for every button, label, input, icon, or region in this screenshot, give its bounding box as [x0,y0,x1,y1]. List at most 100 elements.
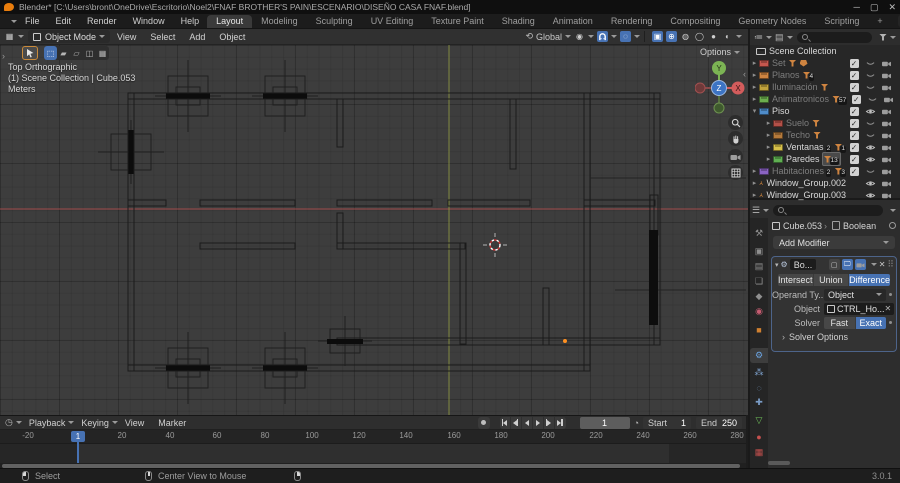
tab-layout[interactable]: Layout [207,14,253,28]
orientation-dropdown[interactable]: ⟲ Global [525,31,571,42]
tab-constraints[interactable]: ✚ [750,395,768,410]
delete-modifier-button[interactable]: ✕ [879,260,886,269]
object-picker-field[interactable]: CTRL_Ho... ✕ [824,302,895,315]
outliner-row-habitaciones[interactable]: ▸ Habitaciones 2 3 [750,165,900,177]
solver-exact-button[interactable]: Exact [855,316,886,329]
selectable-checkbox[interactable] [849,118,859,128]
render-visibility-toggle[interactable] [878,119,894,128]
add-modifier-button[interactable]: Add Modifier [773,236,895,249]
outliner-row-set[interactable]: ▸ Set [750,57,900,69]
pivot-point-icon[interactable]: ◉ [574,31,585,42]
outliner-row-scene-collection[interactable]: Scene Collection [750,45,900,57]
playhead[interactable]: 1 [71,431,85,442]
shading-material-icon[interactable]: ◐ [722,31,733,42]
render-visibility-toggle[interactable] [878,179,894,188]
selectable-checkbox[interactable] [849,70,859,80]
timeline-body[interactable]: -20 20 40 60 80 100 120 140 160 180 200 … [0,430,746,463]
selectable-checkbox[interactable] [851,94,861,104]
outliner-row-animatronicos[interactable]: ▸ Animatronicos 57 [750,93,900,105]
tab-rendering[interactable]: Rendering [602,15,662,28]
drag-handle[interactable]: ⠿ [887,259,894,270]
maximize-button[interactable]: ▢ [870,2,879,13]
render-visibility-toggle[interactable] [878,83,894,92]
operand-type-dropdown[interactable]: Object [824,288,886,301]
render-visibility-toggle[interactable] [878,71,894,80]
selectable-checkbox[interactable] [849,58,859,68]
select-box-intersect-button[interactable]: ▦ [96,46,109,60]
frame-end-field[interactable]: End 250 [696,416,742,429]
menu-render[interactable]: Render [79,16,125,26]
select-box-extend-button[interactable]: ▰ [57,46,70,60]
outliner-row-paredes[interactable]: ▸ Paredes 13 [750,152,900,166]
hide-eye-toggle[interactable] [862,59,878,68]
hide-eye-toggle[interactable] [862,179,878,188]
selectable-checkbox[interactable] [849,130,859,140]
intersect-button[interactable]: Intersect [778,274,814,286]
tab-sculpting[interactable]: Sculpting [307,15,362,28]
3d-viewport[interactable]: ▦ Object Mode View Select Add Object ⟲ Gl… [0,29,748,415]
tab-compositing[interactable]: Compositing [661,15,729,28]
render-visibility-toggle[interactable] [878,143,894,152]
render-visibility-toggle[interactable] [878,155,894,164]
outliner-row-piso[interactable]: ▾ Piso [750,105,900,117]
animate-dot[interactable] [889,293,892,296]
play-reverse-button[interactable] [522,416,533,429]
menu-edit[interactable]: Edit [48,16,80,26]
tab-scene[interactable]: ◆ [750,289,768,304]
outliner-search-input[interactable] [796,31,872,43]
difference-button[interactable]: Difference [849,274,890,286]
menu-playback[interactable]: Playback [22,418,73,428]
tab-geometry-nodes[interactable]: Geometry Nodes [729,15,815,28]
frame-start-field[interactable]: Start 1 [643,416,691,429]
outliner-row-window-group-002[interactable]: ▸ Window_Group.002 [750,177,900,189]
mode-dropdown[interactable]: Object Mode [28,30,111,43]
hide-eye-toggle[interactable] [862,167,878,176]
outliner-row-techo[interactable]: ▸ Techo [750,129,900,141]
hide-eye-toggle[interactable] [862,119,878,128]
outliner-row-suelo[interactable]: ▸ Suelo [750,117,900,129]
tab-animation[interactable]: Animation [544,15,602,28]
tab-material[interactable]: ● [750,429,768,444]
tab-output[interactable]: ▤ [750,259,768,274]
tweak-tool-button[interactable] [22,46,38,60]
editor-type-icon[interactable]: ▦ [4,31,15,42]
hide-eye-toggle[interactable] [862,131,878,140]
render-visibility-toggle[interactable] [878,191,894,200]
solver-options-row[interactable]: › Solver Options [782,330,892,343]
select-box-subtract-button[interactable]: ▱ [70,46,83,60]
prev-keyframe-button[interactable] [511,416,522,429]
tab-modeling[interactable]: Modeling [252,15,307,28]
gizmo-toggle-icon[interactable]: ▣ [652,31,663,42]
animate-dot[interactable] [889,321,892,324]
pin-icon[interactable] [889,222,896,229]
menu-window[interactable]: Window [125,16,173,26]
jump-to-start-button[interactable] [500,416,511,429]
union-button[interactable]: Union [813,274,850,286]
breadcrumb-object[interactable]: Cube.053 [783,221,822,231]
modifier-extras-dropdown[interactable] [870,263,877,266]
perspective-toggle-button[interactable] [728,165,743,180]
tab-tool[interactable]: ⚒ [750,226,768,241]
next-keyframe-button[interactable] [544,416,555,429]
current-frame-field[interactable]: 1 [579,416,630,429]
editor-type-icon[interactable]: ◷ [5,417,13,428]
modifier-name-field[interactable]: Bo... [789,259,817,270]
menu-view[interactable]: View [118,418,151,428]
hide-eye-toggle[interactable] [862,191,878,200]
edit-mode-display-toggle[interactable]: ▢ [828,259,840,270]
pan-button[interactable] [728,131,743,146]
properties-editor-icon[interactable]: ☰ [752,205,760,216]
tab-texture-paint[interactable]: Texture Paint [422,15,493,28]
tab-modifiers[interactable]: ⚙ [750,348,768,363]
render-visibility-toggle[interactable] [880,95,896,104]
collapse-arrow[interactable]: ▾ [775,261,779,269]
hide-eye-toggle[interactable] [862,155,878,164]
menu-help[interactable]: Help [173,16,208,26]
menu-select[interactable]: Select [143,32,182,42]
xray-toggle-icon[interactable]: ◍ [680,31,691,42]
menu-add[interactable]: Add [182,32,212,42]
tab-particles[interactable]: ⁂ [750,365,768,380]
navigation-gizmo[interactable]: Y X Z [695,55,745,119]
snap-magnet-icon[interactable] [597,31,608,42]
add-workspace-button[interactable]: + [868,15,891,28]
